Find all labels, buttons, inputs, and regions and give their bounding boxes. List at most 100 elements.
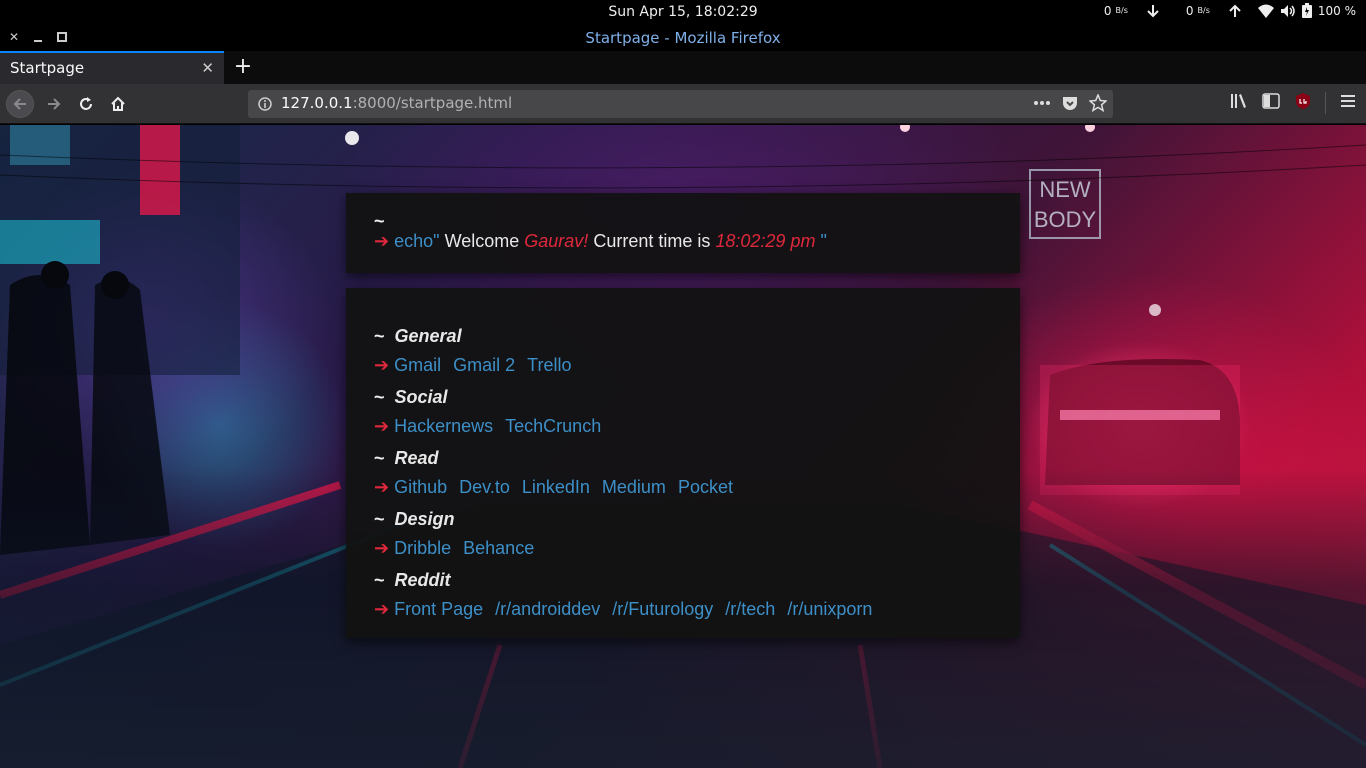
reload-button[interactable]: [72, 90, 100, 118]
ublock-icon[interactable]: [1293, 92, 1313, 114]
download-rate-value: 0: [1103, 3, 1112, 18]
links-panel: ~ General ➔ Gmail Gmail 2 Trello ~ Social …: [346, 288, 1020, 638]
link-medium[interactable]: Medium: [602, 477, 666, 497]
home-icon: [111, 96, 125, 111]
url-host: 127.0.0.1: [281, 94, 353, 112]
section-social: ~ Social ➔ Hackernews TechCrunch: [374, 383, 613, 441]
url-path: :8000/startpage.html: [352, 94, 513, 112]
download-rate-unit: B/s: [1115, 6, 1128, 15]
upload-rate: 0 B/s: [1186, 4, 1242, 18]
link-r-unixporn[interactable]: /r/unixporn: [787, 599, 872, 619]
sidebar-icon[interactable]: [1261, 92, 1281, 114]
system-top-bar: Sun Apr 15, 18:02:29 0 B/s 0 B/s 100 %: [0, 0, 1366, 26]
hamburger-menu-icon[interactable]: [1338, 92, 1358, 114]
prompt-arrow-icon: ➔: [374, 231, 390, 251]
link-pocket[interactable]: Pocket: [678, 477, 733, 497]
link-r-tech[interactable]: /r/tech: [725, 599, 775, 619]
tab-strip: Startpage ✕ +: [0, 51, 1366, 84]
link-reddit-front-page[interactable]: Front Page: [394, 599, 483, 619]
section-title: Read: [394, 448, 439, 468]
tab-close-icon[interactable]: ✕: [201, 59, 214, 77]
quote-close: ": [820, 231, 827, 251]
battery-percent: 100 %: [1317, 3, 1356, 18]
link-trello[interactable]: Trello: [527, 355, 571, 375]
download-arrow-icon: [1146, 4, 1160, 18]
section-heading: ~ Reddit: [374, 566, 884, 595]
forward-arrow-icon: [48, 98, 61, 110]
navigation-toolbar: 127.0.0.1:8000/startpage.html: [0, 84, 1366, 124]
link-linkedin[interactable]: LinkedIn: [522, 477, 590, 497]
link-gmail[interactable]: Gmail: [394, 355, 441, 375]
home-button[interactable]: [104, 90, 132, 118]
time-prefix: Current time is: [593, 231, 711, 251]
quote-open: ": [433, 231, 440, 251]
tab-startpage[interactable]: Startpage ✕: [0, 51, 224, 84]
echo-command: echo: [394, 231, 434, 251]
more-dots-icon[interactable]: [1033, 94, 1051, 116]
greeting-panel: ~ ➔ echo" Welcome Gaurav! Current time i…: [346, 193, 1020, 273]
upload-arrow-icon: [1228, 4, 1242, 18]
link-behance[interactable]: Behance: [463, 538, 534, 558]
battery-icon[interactable]: [1301, 3, 1312, 18]
section-title: Social: [394, 387, 448, 407]
back-arrow-icon: [13, 98, 26, 110]
link-r-androiddev[interactable]: /r/androiddev: [495, 599, 600, 619]
reload-icon: [80, 97, 92, 110]
url-bar[interactable]: 127.0.0.1:8000/startpage.html: [248, 90, 1113, 118]
page-actions: [1033, 93, 1108, 116]
link-r-futurology[interactable]: /r/Futurology: [612, 599, 713, 619]
wifi-icon[interactable]: [1257, 4, 1274, 18]
section-tilde: ~: [374, 570, 385, 590]
section-design: ~ Design ➔ Dribble Behance: [374, 505, 546, 563]
tab-label: Startpage: [10, 59, 85, 77]
neon-sign-body: BODY: [1034, 207, 1097, 232]
back-button[interactable]: [6, 90, 34, 118]
section-general: ~ General ➔ Gmail Gmail 2 Trello: [374, 322, 583, 380]
library-icon[interactable]: [1229, 92, 1249, 114]
link-hackernews[interactable]: Hackernews: [394, 416, 493, 436]
link-arrow-icon: ➔: [374, 355, 390, 375]
section-tilde: ~: [374, 387, 385, 407]
section-title: General: [394, 326, 462, 346]
section-tilde: ~: [374, 326, 385, 346]
section-heading: ~ Read: [374, 444, 745, 473]
upload-rate-unit: B/s: [1197, 6, 1210, 15]
user-name: Gaurav!: [524, 231, 589, 251]
download-rate: 0 B/s: [1104, 4, 1160, 18]
section-links: ➔ Dribble Behance: [374, 534, 546, 563]
link-gmail-2[interactable]: Gmail 2: [453, 355, 515, 375]
link-dribble[interactable]: Dribble: [394, 538, 451, 558]
new-tab-button[interactable]: +: [232, 54, 254, 79]
section-links: ➔ Hackernews TechCrunch: [374, 412, 613, 441]
section-tilde: ~: [374, 509, 385, 529]
welcome-text: Welcome: [444, 231, 520, 251]
forward-button[interactable]: [40, 90, 68, 118]
link-devto[interactable]: Dev.to: [459, 477, 510, 497]
system-tray: 0 B/s 0 B/s 100 %: [1104, 3, 1356, 18]
url-text[interactable]: 127.0.0.1:8000/startpage.html: [281, 94, 512, 112]
link-techcrunch[interactable]: TechCrunch: [505, 416, 601, 436]
link-arrow-icon: ➔: [374, 416, 390, 436]
section-heading: ~ General: [374, 322, 583, 351]
greeting-line: ➔ echo" Welcome Gaurav! Current time is …: [374, 227, 827, 256]
volume-icon[interactable]: [1280, 4, 1296, 18]
pocket-icon[interactable]: [1061, 94, 1079, 116]
section-heading: ~ Social: [374, 383, 613, 412]
link-arrow-icon: ➔: [374, 599, 390, 619]
neon-sign-new: NEW: [1039, 177, 1091, 202]
section-title: Reddit: [394, 570, 451, 590]
star-icon[interactable]: [1088, 93, 1108, 116]
current-time: 18:02:29 pm: [715, 231, 816, 251]
link-arrow-icon: ➔: [374, 538, 390, 558]
window-title-bar: ✕ Startpage - Mozilla Firefox: [0, 26, 1366, 51]
upload-rate-value: 0: [1185, 3, 1194, 18]
section-links: ➔ Github Dev.to LinkedIn Medium Pocket: [374, 473, 745, 502]
link-github[interactable]: Github: [394, 477, 447, 497]
section-read: ~ Read ➔ Github Dev.to LinkedIn Medium Pocke…: [374, 444, 745, 502]
section-links: ➔ Front Page/r/androiddev/r/Futurology/r…: [374, 595, 884, 624]
link-arrow-icon: ➔: [374, 477, 390, 497]
section-title: Design: [394, 509, 455, 529]
section-heading: ~ Design: [374, 505, 546, 534]
window-title: Startpage - Mozilla Firefox: [585, 29, 781, 47]
info-icon[interactable]: [258, 96, 272, 115]
